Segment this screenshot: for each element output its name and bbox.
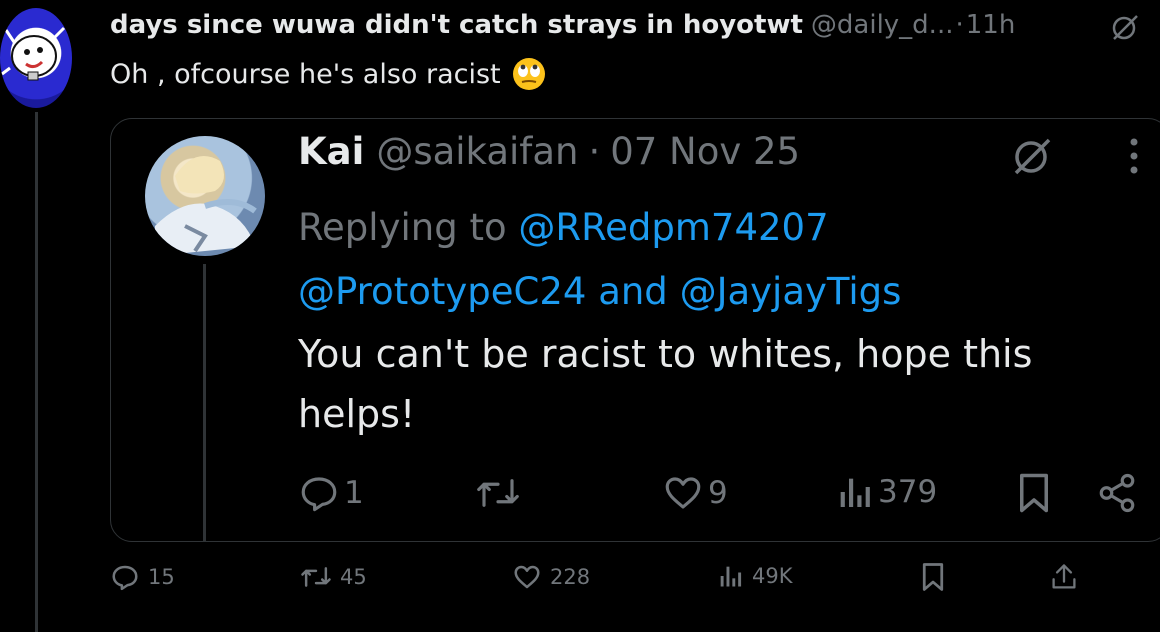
post-header: days since wuwa didn't catch strays in h… [110,8,1015,42]
quoted-handle[interactable]: @saikaifan [376,130,578,173]
reply-button[interactable]: 15 [110,562,175,592]
mention-joiner: and [598,270,668,313]
face-with-rolling-eyes-emoji [511,56,547,92]
post-time[interactable]: 11h [966,10,1016,40]
reply-button[interactable]: 1 [298,472,364,514]
share-icon [1099,473,1135,513]
replying-to: Replying to @RRedpm74207 @PrototypeC24 a… [298,196,1098,324]
like-count: 9 [708,475,728,511]
repost-count: 45 [340,565,367,589]
post-text-content: Oh , ofcourse he's also racist [110,58,501,90]
quoted-date[interactable]: 07 Nov 25 [610,130,800,173]
share-upload-icon [1052,564,1076,589]
reply-count: 1 [344,475,364,511]
display-name[interactable]: days since wuwa didn't catch strays in h… [110,10,803,40]
analytics-icon [840,478,870,507]
separator: · [588,130,601,173]
like-count: 228 [550,565,591,589]
avatar[interactable] [0,8,72,108]
view-count: 49K [752,564,793,588]
mention-link[interactable]: @JayjayTigs [680,270,902,313]
analytics-icon [720,566,742,587]
post-text: Oh , ofcourse he's also racist [110,56,547,92]
views-button[interactable]: 49K [716,562,793,590]
more-options-icon[interactable] [1126,136,1142,176]
share-button[interactable] [1096,472,1138,514]
like-button[interactable]: 9 [662,472,728,514]
quoted-header: Kai @saikaifan · 07 Nov 25 [298,130,800,173]
heart-icon [514,565,540,589]
separator: · [955,10,964,40]
quoted-post-text: You can't be racist to whites, hope this… [298,332,1033,436]
bookmark-button[interactable] [920,562,946,592]
mention-link[interactable]: @PrototypeC24 [298,270,586,313]
grok-icon[interactable] [1110,12,1140,42]
replying-prefix: Replying to [298,206,507,249]
reply-icon [112,565,138,591]
share-button[interactable] [1050,562,1078,592]
thread-line [35,112,38,632]
quote-thread-line [203,264,206,542]
like-button[interactable]: 228 [512,562,590,592]
reply-icon [301,477,337,512]
repost-icon [477,479,519,507]
bookmark-icon [922,563,944,591]
heart-icon [665,477,701,509]
repost-icon [301,567,331,587]
quoted-display-name[interactable]: Kai [298,130,364,173]
mention-link[interactable]: @RRedpm74207 [518,206,828,249]
grok-icon[interactable] [1010,134,1054,178]
views-button[interactable]: 379 [834,472,937,512]
bookmark-button[interactable] [1016,472,1052,514]
repost-button[interactable]: 45 [300,562,367,592]
quoted-avatar[interactable] [145,136,265,256]
user-handle[interactable]: @daily_d... [811,10,954,40]
view-count: 379 [878,474,938,510]
reply-count: 15 [148,565,175,589]
bookmark-icon [1020,473,1048,513]
repost-button[interactable] [474,472,522,514]
